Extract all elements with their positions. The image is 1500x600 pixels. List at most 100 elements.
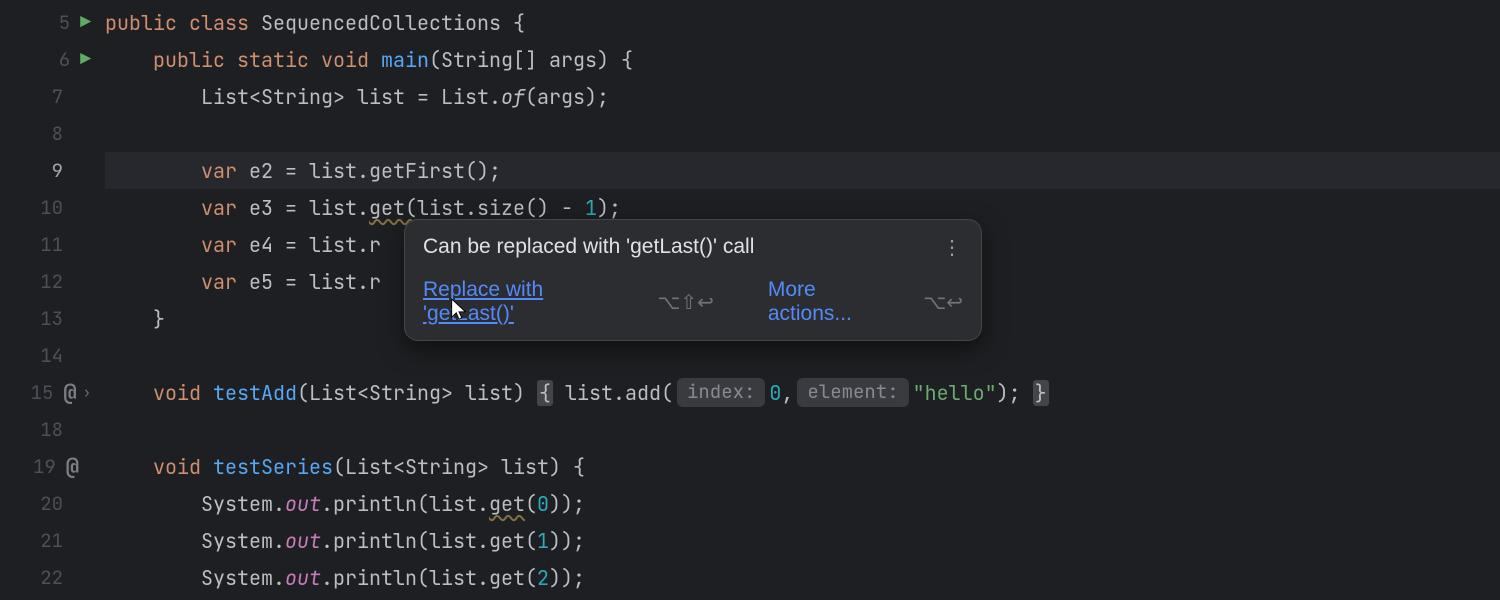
static-field: out — [285, 528, 321, 554]
text: list.add( — [553, 380, 673, 406]
gutter-row[interactable]: 8 — [0, 115, 99, 152]
code-line[interactable]: System.out.println(list.get(0)); — [105, 485, 1500, 522]
code-line-current[interactable]: var e2 = list.getFirst(); — [105, 152, 1500, 189]
line-number: 9 — [39, 158, 63, 183]
text: (); — [465, 158, 501, 184]
line-number: 14 — [39, 343, 63, 368]
code-line[interactable] — [105, 115, 1500, 152]
line-number: 11 — [39, 232, 63, 257]
gutter: 5 ▶ 6 ▶ 7 8 9 10 11 12 — [0, 0, 99, 600]
code-line[interactable] — [105, 411, 1500, 448]
text: e5 = list.r — [237, 269, 381, 295]
keyword: var — [201, 232, 237, 258]
keyword: void — [321, 47, 369, 73]
gutter-row[interactable]: 12 — [0, 263, 99, 300]
shortcut-label: ⌥⇧↩ — [657, 290, 714, 315]
class-name: SequencedCollections — [261, 10, 501, 36]
tooltip-title: Can be replaced with 'getLast()' call — [423, 235, 754, 259]
code-line[interactable]: System.out.println(list.get(2)); — [105, 559, 1500, 596]
at-icon[interactable]: @ — [63, 378, 76, 407]
number: 2 — [537, 565, 549, 591]
chevron-right-icon[interactable]: › — [83, 384, 91, 402]
gutter-row[interactable]: 22 — [0, 559, 99, 596]
keyword: var — [201, 158, 237, 184]
code-line[interactable]: void testSeries(List<String> list) { — [105, 448, 1500, 485]
gutter-row[interactable]: 21 — [0, 522, 99, 559]
gutter-row[interactable]: 20 — [0, 485, 99, 522]
gutter-row[interactable]: 11 — [0, 226, 99, 263]
text: e2 = list. — [237, 158, 369, 184]
run-icon[interactable]: ▶ — [80, 11, 91, 34]
code-line[interactable]: public static void main(String[] args) { — [105, 41, 1500, 78]
line-number: 19 — [32, 454, 56, 479]
quickfix-replace-link[interactable]: Replace with 'getLast()' — [423, 278, 639, 326]
gutter-row[interactable]: 6 ▶ — [0, 41, 99, 78]
code-line[interactable]: void testAdd(List<String> list) { list.a… — [105, 374, 1500, 411]
run-icon[interactable]: ▶ — [80, 48, 91, 71]
brace: { — [501, 10, 525, 36]
line-number: 15 — [29, 380, 53, 405]
method-name: main — [381, 47, 429, 73]
gutter-row[interactable]: 13 — [0, 300, 99, 337]
line-number: 20 — [39, 491, 63, 516]
static-field: out — [285, 491, 321, 517]
line-number: 5 — [46, 10, 70, 35]
number: 0 — [769, 380, 781, 406]
number: 1 — [537, 528, 549, 554]
text: System. — [201, 491, 285, 517]
keyword: void — [153, 454, 201, 480]
keyword: class — [189, 10, 249, 36]
static-call: of — [501, 84, 525, 110]
text: )); — [549, 491, 585, 517]
more-actions-link[interactable]: More actions... — [768, 278, 905, 326]
inspection-tooltip: Can be replaced with 'getLast()' call ⋮ … — [404, 219, 982, 341]
brace: } — [153, 306, 165, 332]
line-number: 7 — [39, 84, 63, 109]
code-line[interactable]: System.out.println(list.get(1)); — [105, 522, 1500, 559]
gutter-row[interactable]: 5 ▶ — [0, 4, 99, 41]
method-call: getFirst — [369, 158, 465, 184]
kebab-icon[interactable]: ⋮ — [942, 234, 963, 260]
gutter-row[interactable]: 7 — [0, 78, 99, 115]
code-line[interactable]: List<String> list = List.of(args); — [105, 78, 1500, 115]
params: (String[] args) { — [429, 47, 633, 73]
keyword: public — [153, 47, 225, 73]
method-name: testAdd — [213, 380, 297, 406]
code-line[interactable]: public class SequencedCollections { — [105, 4, 1500, 41]
gutter-row[interactable]: 15 @ › — [0, 374, 99, 411]
gutter-row[interactable]: 10 — [0, 189, 99, 226]
at-icon[interactable]: @ — [66, 452, 79, 481]
params: (List<String> list) { — [333, 454, 585, 480]
keyword: var — [201, 195, 237, 221]
line-number: 18 — [39, 417, 63, 442]
text: .println(list.get( — [321, 528, 537, 554]
keyword: void — [153, 380, 201, 406]
code-line[interactable] — [105, 337, 1500, 374]
keyword: public — [105, 10, 177, 36]
param-hint: element: — [797, 378, 908, 407]
gutter-row[interactable]: 18 — [0, 411, 99, 448]
text: ); — [597, 195, 621, 221]
text: e3 = list. — [237, 195, 369, 221]
line-number: 12 — [39, 269, 63, 294]
gutter-row[interactable]: 9 — [0, 152, 99, 189]
line-number: 10 — [39, 195, 63, 220]
text: , — [781, 380, 793, 406]
gutter-row[interactable]: 19 @ — [0, 448, 99, 485]
brace: { — [537, 380, 553, 406]
string: "hello" — [913, 380, 997, 406]
method-call-warning: get — [489, 491, 525, 517]
line-number: 6 — [46, 47, 70, 72]
text: e4 = list.r — [237, 232, 381, 258]
line-number: 22 — [39, 565, 63, 590]
keyword: var — [201, 269, 237, 295]
static-field: out — [285, 565, 321, 591]
params: (List<String> list) — [297, 380, 537, 406]
gutter-row[interactable]: 14 — [0, 337, 99, 374]
text: )); — [549, 528, 585, 554]
text: .println(list. — [321, 491, 489, 517]
shortcut-label: ⌥↩ — [923, 290, 963, 315]
text: System. — [201, 528, 285, 554]
number: 1 — [585, 195, 597, 221]
line-number: 13 — [39, 306, 63, 331]
